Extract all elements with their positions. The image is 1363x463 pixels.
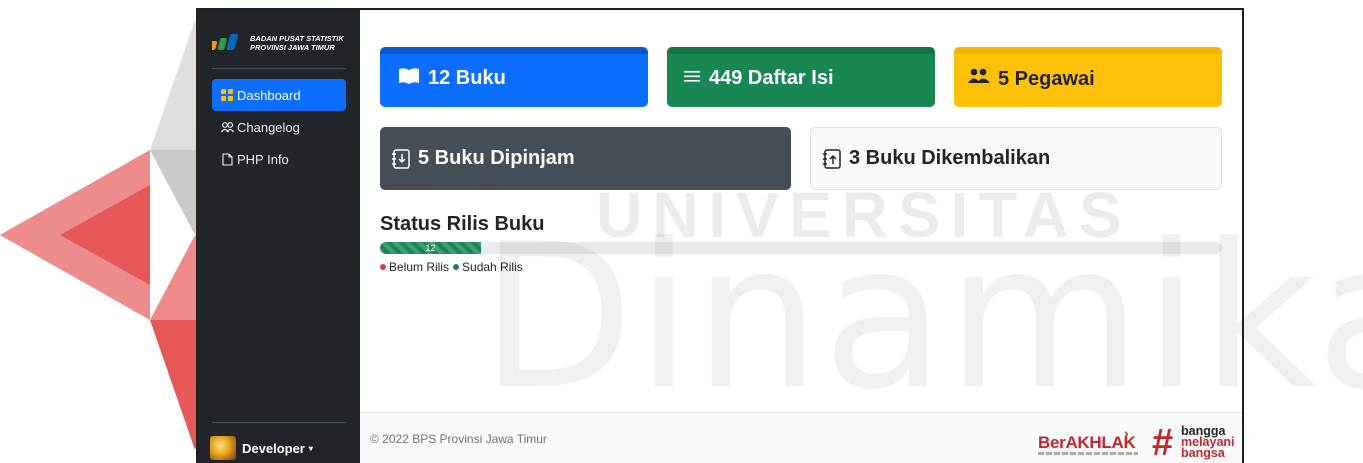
card-buku-dikembalikan-label: 3 Buku Dikembalikan [849, 147, 1051, 169]
legend-dot-red [380, 264, 386, 270]
sidebar-divider [212, 68, 346, 69]
screen: BADAN PUSAT STATISTIK PROVINSI JAWA TIMU… [0, 0, 1363, 463]
user-name: Developer [242, 440, 305, 456]
legend-item-belum: Belum Rilis [380, 260, 449, 274]
chevron-down-icon: ▾ [308, 443, 313, 453]
journal-arrow-up-icon [823, 148, 841, 169]
card-pegawai[interactable]: 5 Pegawai [954, 47, 1222, 107]
user-menu[interactable]: Developer ▾ [210, 436, 313, 460]
avatar [210, 436, 236, 460]
bps-logo-icon [212, 34, 238, 50]
people-icon [220, 120, 234, 134]
berakhlak-text: BerAKHLAK [1038, 433, 1136, 452]
sidebar-footer-divider [212, 422, 346, 423]
release-progress-bar: 12 [380, 242, 482, 254]
file-icon [220, 152, 234, 166]
legend-label: Belum Rilis [389, 260, 450, 274]
brand-text: BADAN PUSAT STATISTIK PROVINSI JAWA TIMU… [250, 34, 344, 52]
card-pegawai-label: 5 Pegawai [998, 68, 1095, 90]
card-buku-label: 12 Buku [428, 67, 506, 89]
brand[interactable]: BADAN PUSAT STATISTIK PROVINSI JAWA TIMU… [198, 10, 360, 62]
berakhlak-subtext [1038, 452, 1138, 455]
sidebar-item-dashboard[interactable]: Dashboard [212, 79, 346, 111]
list-icon [683, 67, 701, 85]
sidebar-item-php-info[interactable]: PHP Info [212, 143, 346, 175]
card-daftar-isi-label: 449 Daftar Isi [709, 67, 834, 89]
sidebar: BADAN PUSAT STATISTIK PROVINSI JAWA TIMU… [198, 10, 360, 463]
card-buku-dipinjam-label: 5 Buku Dipinjam [418, 147, 575, 169]
bangga-word-3: bangsa [1181, 446, 1225, 460]
card-buku[interactable]: 12 Buku [380, 47, 648, 107]
grid-icon [220, 88, 234, 102]
sidebar-item-label: PHP Info [237, 151, 289, 167]
legend-dot-green [453, 264, 460, 270]
sidebar-item-changelog[interactable]: Changelog [212, 111, 346, 143]
journal-arrow-down-icon [392, 148, 410, 169]
people-icon [968, 68, 990, 84]
book-icon [398, 67, 420, 85]
copyright: © 2022 BPS Provinsi Jawa Timur [370, 432, 547, 446]
watermark-line-2: Dinamika [480, 201, 1363, 434]
sidebar-item-label: Dashboard [237, 87, 301, 103]
brand-line-2: PROVINSI JAWA TIMUR [250, 43, 335, 52]
brand-line-1: BADAN PUSAT STATISTIK [250, 34, 344, 43]
card-daftar-isi[interactable]: 449 Daftar Isi [667, 47, 935, 107]
sidebar-item-label: Changelog [237, 119, 300, 135]
